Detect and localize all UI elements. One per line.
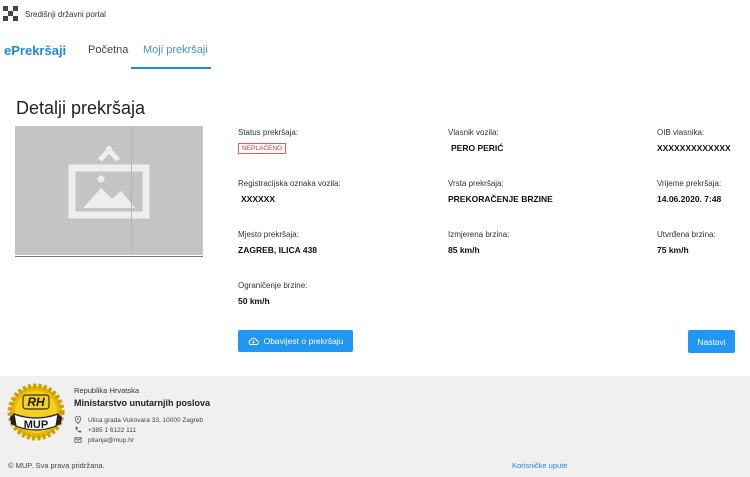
oib-field: OIB vlasnika: XXXXXXXXXXXXX	[657, 128, 731, 153]
nav-my-offenses[interactable]: Moji prekršaji	[143, 44, 208, 56]
footer-address: Ulica grada Vukovara 33, 10000 Zagreb	[88, 416, 204, 424]
cloud-download-icon	[248, 337, 259, 345]
continue-button[interactable]: Nastavi	[688, 330, 735, 353]
brand-link[interactable]: ePrekršaji	[4, 43, 66, 58]
confirmed-value: 75 km/h	[657, 245, 689, 255]
footer-email[interactable]: pitanja@mup.hr	[88, 437, 134, 444]
status-label: Status prekršaja:	[238, 128, 299, 137]
photo-divider	[131, 126, 132, 255]
details-section: Detalji prekršaja Status prekršaja: NEPL…	[0, 72, 750, 376]
limit-label: Ograničenje brzine:	[238, 281, 308, 290]
plate-field: Registracijska oznaka vozila: XXXXXX	[238, 179, 341, 204]
footer-phone: +385 1 6122 111	[88, 426, 137, 434]
phone-icon	[75, 426, 82, 433]
footer-email-row: pitanja@mup.hr	[74, 436, 134, 444]
footer-republic: Republika Hrvatska	[74, 386, 140, 395]
status-field: Status prekršaja: NEPLAĆENO	[238, 128, 298, 155]
footer-address-row: Ulica grada Vukovara 33, 10000 Zagreb	[74, 416, 203, 424]
oib-value: XXXXXXXXXXXXX	[657, 143, 731, 153]
image-placeholder-icon	[68, 146, 150, 219]
place-field: Mjesto prekršaja: ZAGREB, ILICA 438	[238, 230, 317, 255]
site-footer: RH MUP Republika Hrvatska Ministarstvo u…	[0, 376, 750, 477]
measured-field: Izmjerena brzina: 85 km/h	[448, 230, 509, 255]
active-tab-indicator	[131, 67, 211, 69]
owner-field: Vlasnik vozila: PERO PERIĆ	[448, 128, 503, 153]
measured-label: Izmjerena brzina:	[448, 230, 510, 239]
confirmed-label: Utvrđena brzina:	[657, 230, 716, 239]
portal-topbar: Središnji državni portal	[0, 0, 750, 30]
status-badge: NEPLAĆENO	[238, 143, 287, 154]
type-value: PREKORAČENJE BRZINE	[448, 194, 553, 204]
offense-photo	[15, 126, 203, 255]
mail-icon	[74, 437, 82, 443]
place-label: Mjesto prekršaja:	[238, 230, 299, 239]
photo-underline	[15, 256, 203, 257]
confirmed-field: Utvrđena brzina: 75 km/h	[657, 230, 716, 255]
time-label: Vrijeme prekršaja:	[657, 179, 722, 188]
offense-notice-label: Obavijest o prekršaju	[263, 336, 344, 346]
plate-value: XXXXXX	[241, 194, 276, 204]
footer-copyright: © MUP. Sva prava pridržana.	[8, 461, 105, 470]
limit-value: 50 km/h	[238, 296, 270, 306]
checker-logo-icon[interactable]	[3, 6, 18, 21]
owner-label: Vlasnik vozila:	[448, 128, 499, 137]
footer-phone-row: +385 1 6122 111	[74, 426, 136, 434]
plate-label: Registracijska oznaka vozila:	[238, 179, 341, 188]
location-pin-icon	[74, 416, 82, 424]
time-field: Vrijeme prekršaja: 14.06.2020. 7:48	[657, 179, 721, 204]
time-value: 14.06.2020. 7:48	[657, 194, 722, 204]
place-value: ZAGREB, ILICA 438	[238, 245, 318, 255]
mup-logo-text: MUP	[24, 419, 48, 431]
portal-name[interactable]: Središnji državni portal	[25, 10, 106, 19]
svg-text:RH: RH	[27, 395, 45, 409]
oib-label: OIB vlasnika:	[657, 128, 705, 137]
user-guide-link[interactable]: Korisničke upute	[512, 461, 567, 470]
main-navbar: ePrekršaji Početna Moji prekršaji	[0, 30, 750, 72]
limit-field: Ograničenje brzine: 50 km/h	[238, 281, 307, 306]
offense-notice-button[interactable]: Obavijest o prekršaju	[238, 330, 353, 352]
owner-value: PERO PERIĆ	[451, 143, 504, 153]
type-field: Vrsta prekršaja: PREKORAČENJE BRZINE	[448, 179, 553, 204]
mup-emblem-icon: RH MUP	[7, 383, 65, 441]
nav-home[interactable]: Početna	[88, 44, 128, 56]
page-title: Detalji prekršaja	[16, 98, 146, 118]
type-label: Vrsta prekršaja:	[448, 179, 504, 188]
footer-ministry: Ministarstvo unutarnjih poslova	[74, 398, 211, 408]
measured-value: 85 km/h	[448, 245, 480, 255]
